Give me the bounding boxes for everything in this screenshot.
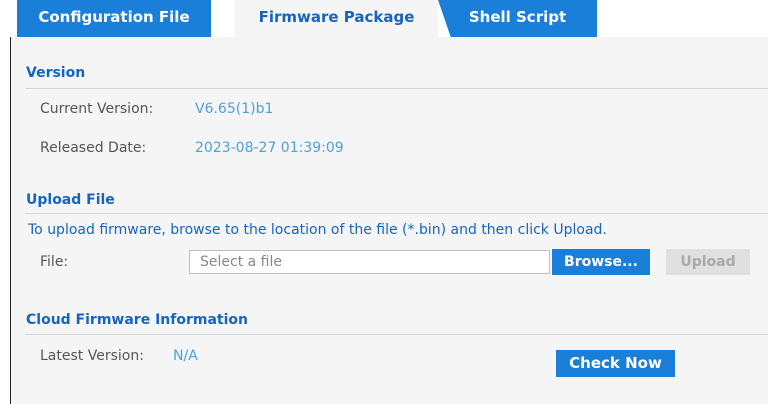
upload-button[interactable]: Upload — [666, 249, 750, 275]
released-date-label: Released Date: — [40, 140, 147, 156]
tab-shell-script[interactable]: Shell Script — [438, 0, 597, 37]
cloud-firmware-section-title: Cloud Firmware Information — [26, 312, 248, 328]
upload-divider — [25, 213, 768, 214]
firmware-package-panel: Version Current Version: V6.65(1)b1 Rele… — [10, 37, 768, 404]
current-version-label: Current Version: — [40, 101, 154, 117]
latest-version-label: Latest Version: — [40, 348, 144, 364]
cloud-divider — [25, 334, 768, 335]
upload-instructions: To upload firmware, browse to the locati… — [28, 222, 607, 238]
version-divider — [25, 88, 768, 89]
version-section-title: Version — [26, 65, 86, 81]
current-version-value: V6.65(1)b1 — [195, 101, 274, 117]
released-date-value: 2023-08-27 01:39:09 — [195, 140, 344, 156]
browse-button[interactable]: Browse... — [552, 249, 650, 275]
latest-version-value: N/A — [173, 348, 198, 364]
file-input[interactable] — [189, 250, 550, 274]
tab-bar: Configuration File Firmware Package Shel… — [0, 0, 768, 37]
tab-firmware-package[interactable]: Firmware Package — [235, 0, 438, 37]
tab-configuration-file[interactable]: Configuration File — [17, 0, 211, 37]
check-now-button[interactable]: Check Now — [556, 350, 675, 377]
file-label: File: — [40, 254, 69, 270]
upload-file-section-title: Upload File — [26, 192, 115, 208]
